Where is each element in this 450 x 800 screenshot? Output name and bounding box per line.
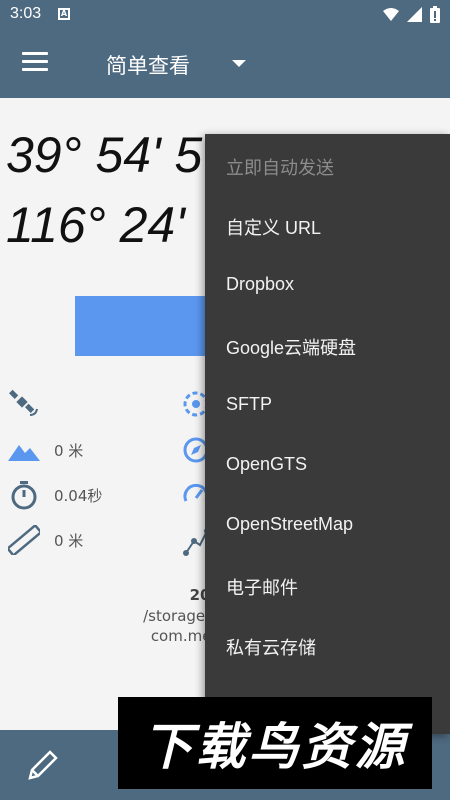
- pencil-icon[interactable]: [24, 748, 60, 784]
- menu-item-google-drive[interactable]: Google云端硬盘: [226, 334, 356, 360]
- altitude-value: 0 米: [54, 442, 84, 460]
- system-icons: [383, 6, 440, 23]
- menu-item-opengts[interactable]: OpenGTS: [226, 454, 307, 475]
- menu-item-sftp[interactable]: SFTP: [226, 394, 272, 415]
- watermark-text: 下载鸟资源: [142, 718, 408, 776]
- latitude-value: 39° 54' 5: [6, 127, 203, 183]
- status-bar: 3:03 A: [0, 0, 450, 30]
- satellite-row: [8, 389, 40, 419]
- share-menu: 立即自动发送 自定义 URL Dropbox Google云端硬盘 SFTP O…: [205, 134, 450, 734]
- menu-item-openstreetmap[interactable]: OpenStreetMap: [226, 514, 353, 535]
- duration-value: 0.04秒: [54, 486, 103, 505]
- menu-item-private-cloud[interactable]: 私有云存储: [226, 634, 316, 660]
- watermark-logo: 下载鸟资源: [118, 697, 432, 789]
- status-time: 3:03: [10, 5, 42, 22]
- app-bar: 简单查看: [0, 30, 450, 98]
- duration-row: 0.04秒: [8, 480, 102, 510]
- distance-value: 0 米: [54, 531, 84, 550]
- page-title[interactable]: 简单查看: [106, 50, 190, 80]
- stopwatch-icon: [11, 481, 37, 510]
- notification-icon: A: [58, 8, 70, 20]
- ruler-icon: [8, 525, 40, 555]
- menu-item-email[interactable]: 电子邮件: [226, 574, 298, 600]
- wifi-icon: [383, 7, 399, 21]
- altitude-row: 0 米: [8, 440, 83, 461]
- dropdown-arrow-icon[interactable]: [232, 60, 246, 67]
- signal-icon: [407, 7, 422, 22]
- satellite-icon: [9, 389, 38, 416]
- menu-item-dropbox[interactable]: Dropbox: [226, 274, 294, 295]
- battery-icon: [430, 6, 440, 23]
- menu-item-custom-url[interactable]: 自定义 URL: [226, 214, 321, 240]
- distance-row: 0 米: [8, 525, 83, 555]
- menu-item-auto-send: 立即自动发送: [226, 158, 334, 178]
- mountain-icon: [8, 444, 40, 461]
- hamburger-menu-icon[interactable]: [22, 52, 48, 74]
- longitude-value: 116° 24': [6, 197, 185, 253]
